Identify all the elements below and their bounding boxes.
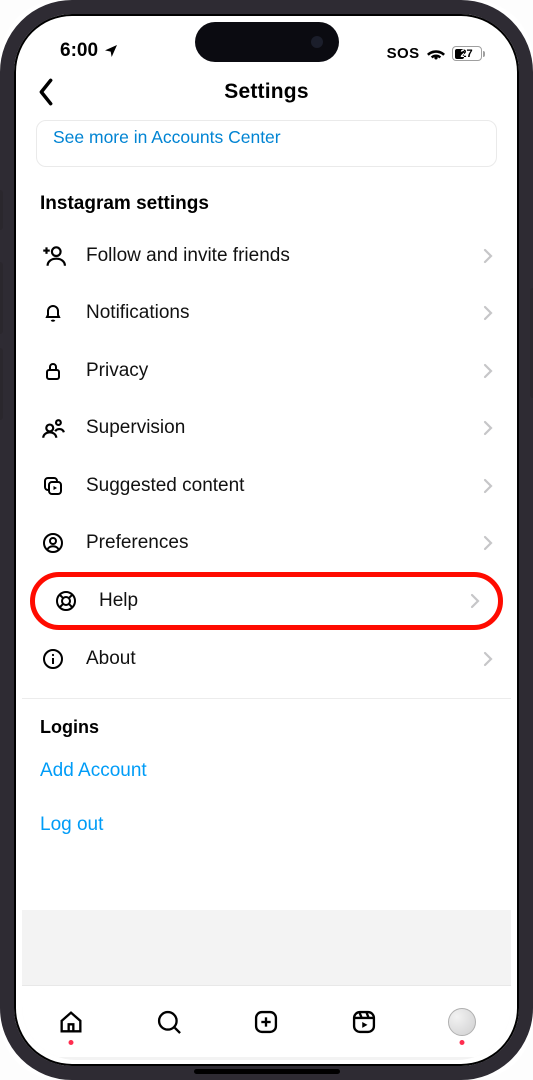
chevron-left-icon (36, 78, 56, 106)
search-icon (155, 1008, 183, 1036)
tab-bar (22, 985, 511, 1057)
chevron-right-icon (483, 420, 493, 436)
user-circle-icon (40, 530, 66, 556)
nav-header: Settings (22, 64, 511, 120)
row-label: Suggested content (86, 475, 483, 497)
row-privacy[interactable]: Privacy (22, 342, 511, 400)
chevron-right-icon (483, 363, 493, 379)
phone-frame: 6:00 SOS 27 Settings (0, 0, 533, 1080)
tab-home[interactable] (51, 1002, 91, 1042)
tab-profile[interactable] (442, 1002, 482, 1042)
row-label: Supervision (86, 417, 483, 439)
section-title-instagram-settings: Instagram settings (22, 167, 511, 227)
chevron-right-icon (483, 248, 493, 264)
row-preferences[interactable]: Preferences (22, 515, 511, 573)
row-follow-invite[interactable]: Follow and invite friends (22, 227, 511, 285)
section-title-logins: Logins (22, 699, 511, 744)
chevron-right-icon (483, 305, 493, 321)
notification-dot (460, 1040, 465, 1045)
plus-square-icon (252, 1008, 280, 1036)
battery-icon: 27 (452, 46, 486, 61)
row-label: Help (99, 590, 470, 612)
lock-icon (40, 358, 66, 384)
bell-icon (40, 300, 66, 326)
chevron-right-icon (470, 593, 480, 609)
dynamic-island (195, 22, 339, 62)
row-supervision[interactable]: Supervision (22, 400, 511, 458)
home-indicator (194, 1069, 340, 1075)
row-about[interactable]: About (22, 630, 511, 688)
chevron-right-icon (483, 478, 493, 494)
screen: 6:00 SOS 27 Settings (22, 20, 511, 1060)
row-help[interactable]: Help (30, 572, 503, 630)
status-sos: SOS (387, 45, 420, 62)
row-notifications[interactable]: Notifications (22, 285, 511, 343)
info-icon (40, 646, 66, 672)
row-label: Privacy (86, 360, 483, 382)
tab-reels[interactable] (344, 1002, 384, 1042)
wifi-icon (426, 47, 446, 61)
add-account-link[interactable]: Add Account (22, 744, 511, 798)
row-label: About (86, 648, 483, 670)
side-button-vol-down (0, 348, 3, 420)
chevron-right-icon (483, 535, 493, 551)
row-label: Follow and invite friends (86, 245, 483, 267)
media-stack-icon (40, 473, 66, 499)
home-icon (57, 1008, 85, 1036)
avatar (448, 1008, 476, 1036)
page-title: Settings (224, 80, 308, 104)
logout-link[interactable]: Log out (22, 798, 511, 852)
notification-dot (68, 1040, 73, 1045)
people-icon (40, 415, 66, 441)
row-label: Preferences (86, 532, 483, 554)
chevron-right-icon (483, 651, 493, 667)
accounts-center-link[interactable]: See more in Accounts Center (53, 127, 281, 147)
back-button[interactable] (36, 78, 56, 106)
tab-search[interactable] (149, 1002, 189, 1042)
tab-create[interactable] (246, 1002, 286, 1042)
row-suggested-content[interactable]: Suggested content (22, 457, 511, 515)
lifebuoy-icon (53, 588, 79, 614)
side-button-vol-up (0, 262, 3, 334)
reels-icon (350, 1008, 378, 1036)
side-button-silence (0, 190, 3, 230)
status-time: 6:00 (60, 40, 98, 62)
add-person-icon (40, 243, 66, 269)
accounts-center-card[interactable]: See more in Accounts Center (36, 120, 497, 167)
location-icon (103, 43, 119, 59)
row-label: Notifications (86, 302, 483, 324)
